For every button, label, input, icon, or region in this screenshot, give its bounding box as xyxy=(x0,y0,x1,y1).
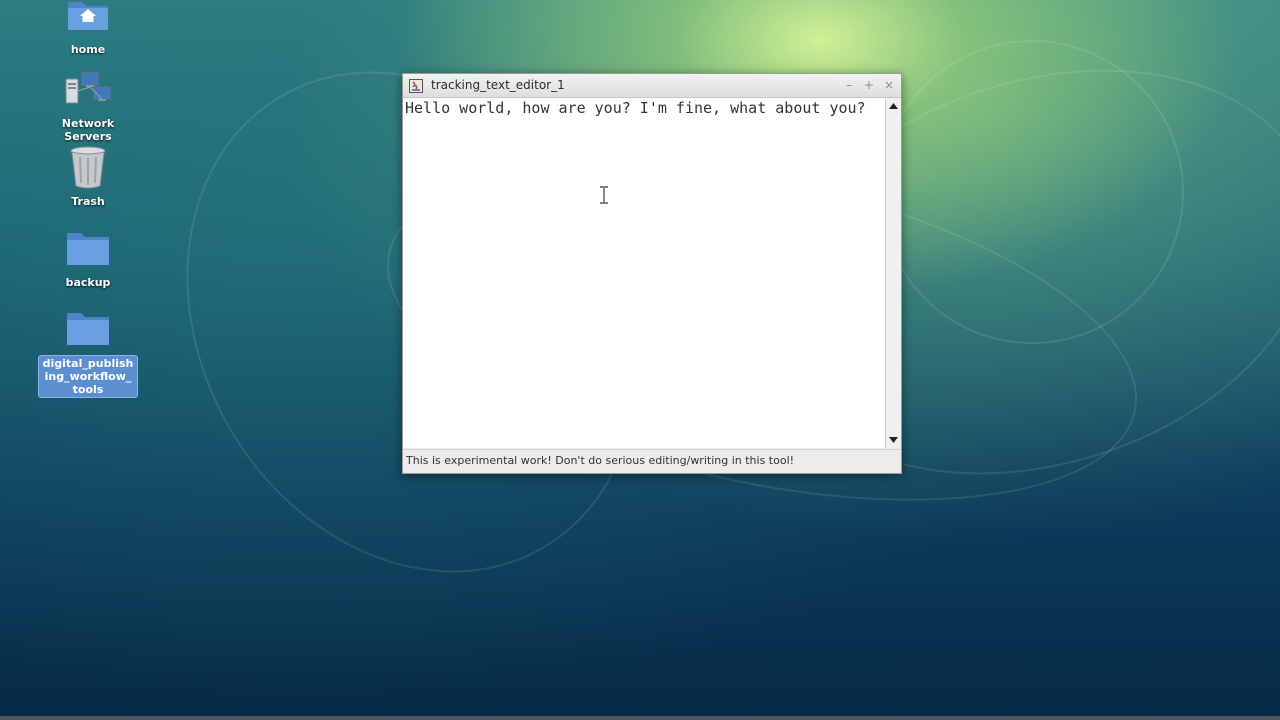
folder-icon xyxy=(64,225,112,271)
desktop-icon-label: digital_publishing_workflow_tools xyxy=(38,355,138,398)
desktop-icon-label: Network Servers xyxy=(61,117,115,143)
status-bar: This is experimental work! Don't do seri… xyxy=(403,449,901,472)
status-text: This is experimental work! Don't do seri… xyxy=(406,454,795,467)
trash-icon xyxy=(64,144,112,190)
desktop-icon-backup[interactable]: backup xyxy=(38,225,138,290)
editor-text-area[interactable]: Hello world, how are you? I'm fine, what… xyxy=(403,98,885,448)
wallpaper-swirl xyxy=(880,40,1184,344)
close-button[interactable]: × xyxy=(881,77,897,93)
desktop-icon-home[interactable]: home xyxy=(38,0,138,57)
desktop-icon-label: Trash xyxy=(71,195,105,208)
home-folder-icon xyxy=(64,0,112,38)
desktop-icon-label: backup xyxy=(65,276,111,289)
desktop-icon-trash[interactable]: Trash xyxy=(38,144,138,209)
network-servers-icon xyxy=(64,66,112,112)
text-cursor-icon xyxy=(599,186,609,204)
desktop-icon-label: home xyxy=(70,43,106,56)
scroll-up-arrow-icon[interactable] xyxy=(886,99,901,113)
panel-edge xyxy=(0,716,1280,720)
window-title: tracking_text_editor_1 xyxy=(431,78,565,92)
desktop-icon-digital-publishing-workflow-tools[interactable]: digital_publishing_workflow_tools xyxy=(38,305,138,398)
scroll-down-arrow-icon[interactable] xyxy=(886,433,901,447)
desktop: home Network Servers Trash backup digita… xyxy=(0,0,1280,720)
desktop-icon-network-servers[interactable]: Network Servers xyxy=(38,66,138,144)
vertical-scrollbar[interactable] xyxy=(885,98,901,448)
folder-icon xyxy=(64,305,112,351)
window-titlebar[interactable]: tracking_text_editor_1 – + × xyxy=(403,74,901,98)
maximize-button[interactable]: + xyxy=(861,77,877,93)
text-editor-window[interactable]: tracking_text_editor_1 – + × Hello world… xyxy=(402,73,902,474)
java-app-icon xyxy=(409,78,423,93)
minimize-button[interactable]: – xyxy=(841,77,857,93)
